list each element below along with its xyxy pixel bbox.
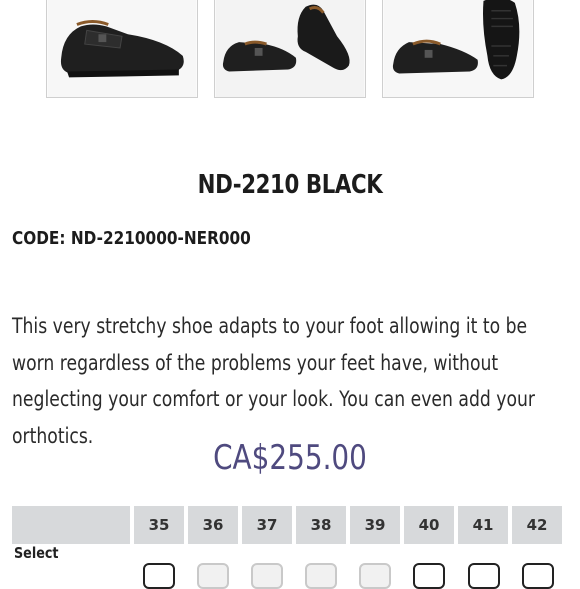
- product-price: CA$255.00: [213, 438, 367, 478]
- shoe-side-view-image: [47, 0, 197, 97]
- size-checkbox-37: [251, 563, 283, 589]
- size-checkbox-36: [197, 563, 229, 589]
- gallery-thumb-3[interactable]: [382, 0, 534, 98]
- size-checkbox-39: [359, 563, 391, 589]
- size-selector-table: 35 36 37 38 39 40 41 42: [12, 506, 580, 544]
- size-header-39: 39: [350, 506, 400, 544]
- gallery-thumb-2[interactable]: [214, 0, 366, 98]
- size-checkbox-40[interactable]: [413, 563, 445, 589]
- size-header-row: 35 36 37 38 39 40 41 42: [12, 506, 580, 544]
- size-header-40: 40: [404, 506, 454, 544]
- size-header-38: 38: [296, 506, 346, 544]
- size-header-blank: [12, 506, 130, 544]
- image-gallery: [0, 0, 580, 100]
- product-code: CODE: ND-2210000-NER000: [12, 228, 251, 249]
- size-checkbox-42[interactable]: [522, 563, 554, 589]
- size-checkbox-38: [305, 563, 337, 589]
- size-header-36: 36: [188, 506, 238, 544]
- shoe-pair-image: [215, 0, 365, 97]
- product-description: This very stretchy shoe adapts to your f…: [12, 314, 536, 448]
- size-header-35: 35: [134, 506, 184, 544]
- select-row-label: Select: [14, 544, 59, 562]
- gallery-thumb-1[interactable]: [46, 0, 198, 98]
- size-checkbox-35[interactable]: [143, 563, 175, 589]
- size-header-41: 41: [458, 506, 508, 544]
- size-checkbox-41[interactable]: [468, 563, 500, 589]
- size-header-42: 42: [512, 506, 562, 544]
- shoe-sole-image: [383, 0, 533, 97]
- size-header-37: 37: [242, 506, 292, 544]
- product-title: ND-2210 BLACK: [197, 170, 383, 200]
